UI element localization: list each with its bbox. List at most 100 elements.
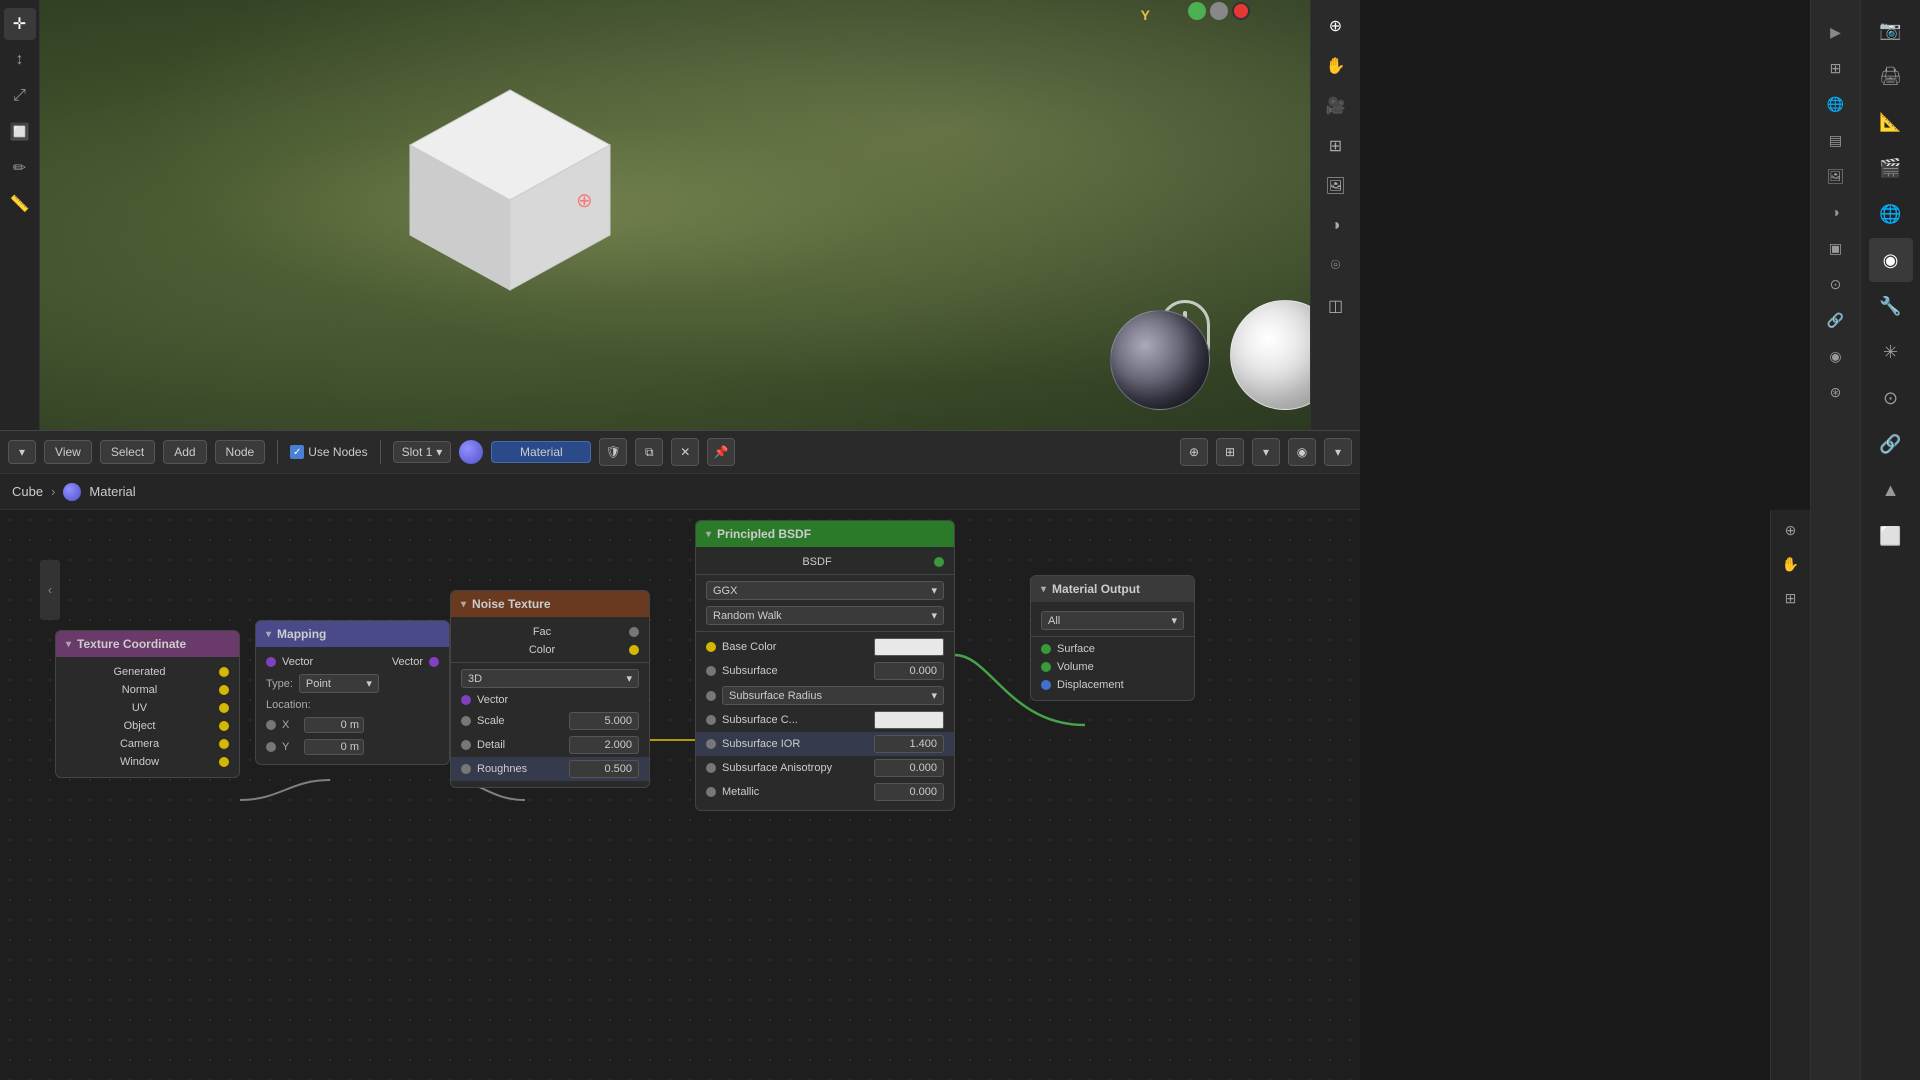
annotate-icon[interactable]: ✏ [4,152,36,184]
bsdf-ggx-dropdown[interactable]: GGX ▾ [706,581,944,600]
props-data-icon[interactable]: ▲ [1869,468,1913,512]
mapping-x-input[interactable] [304,717,364,733]
node-tool-icon-1[interactable]: ⊞ [1820,52,1852,84]
mapping-y-input[interactable] [304,739,364,755]
bsdf-subcolor-swatch[interactable] [874,711,944,729]
node-collapse-icon[interactable]: ⊞ [1775,582,1807,614]
menu-add[interactable]: Add [163,440,206,464]
node-tool-icon-2[interactable]: 🌐 [1820,88,1852,120]
bsdf-basecolor-socket[interactable] [706,642,716,652]
noise-roughness-socket[interactable] [461,764,471,774]
mapping-type-dropdown[interactable]: Point ▾ [299,674,379,693]
texcoord-normal-socket[interactable] [219,685,229,695]
move-tool-icon[interactable]: ↕ [4,44,36,76]
menu-node[interactable]: Node [215,440,266,464]
output-all-dropdown[interactable]: All ▾ [1041,611,1184,630]
bsdf-subsurface-input[interactable] [874,662,944,680]
bsdf-subcolor-socket[interactable] [706,715,716,725]
node-collapse-arrow[interactable]: ▾ [66,639,71,650]
node-tool-icon-5[interactable]: ◑ [1820,196,1852,228]
scale-tool-icon[interactable]: ⤢ [4,80,36,112]
use-nodes-checkbox[interactable]: ✓ Use Nodes [290,445,367,459]
props-view-layer-icon[interactable]: 📐 [1869,100,1913,144]
node-principled-bsdf[interactable]: ▾ Principled BSDF BSDF GGX ▾ Random Walk [695,520,955,811]
props-particles-icon[interactable]: ✳ [1869,330,1913,374]
bsdf-subsurface-socket[interactable] [706,666,716,676]
xray-icon[interactable]: ◫ [1318,288,1354,324]
texcoord-camera-socket[interactable] [219,739,229,749]
bsdf-output-socket[interactable] [934,557,944,567]
grid-icon[interactable]: ⊞ [1318,128,1354,164]
material-name-field[interactable]: Material [491,441,591,463]
overlay-icon[interactable]: ⌾ [1318,248,1354,284]
noise-dim-dropdown[interactable]: 3D ▾ [461,669,639,688]
noise-fac-socket[interactable] [629,627,639,637]
node-tool-icon-4[interactable]: 🖼 [1820,160,1852,192]
copy-datablock-button[interactable]: ⧉ [635,438,663,466]
transform-tool-icon[interactable]: 🔲 [4,116,36,148]
bsdf-metallic-socket[interactable] [706,787,716,797]
noise-vector-socket[interactable] [461,695,471,705]
output-displacement-socket[interactable] [1041,680,1051,690]
breadcrumb-object[interactable]: Cube [12,484,43,499]
view-mode-btn[interactable]: ▾ [1252,438,1280,466]
node-mapping[interactable]: ▾ Mapping Vector Vector Type: Point ▾ Lo… [255,620,450,765]
node-material-output[interactable]: ▾ Material Output All ▾ Surface Volume [1030,575,1195,701]
texcoord-generated-socket[interactable] [219,667,229,677]
zoom-icon[interactable]: ⊕ [1318,8,1354,44]
node-editor-collapse-left[interactable]: ‹ [40,560,60,620]
bsdf-subaniso-socket[interactable] [706,763,716,773]
props-material-icon[interactable]: ◉ [1869,238,1913,282]
3d-viewport[interactable]: ⊕ Y ✛ ↕ ⤢ 🔲 ✏ 📏 ⊕ ✋ 🎥 ⊞ 🖼 ◑ ⌾ ◫ [0,0,1360,430]
noise-roughness-input[interactable] [569,760,639,778]
pin-button[interactable]: 📌 [707,438,735,466]
slot-dropdown[interactable]: Slot 1 ▾ [393,441,452,463]
snap-button[interactable]: ⊕ [1180,438,1208,466]
menu-view[interactable]: View [44,440,92,464]
bsdf-subaniso-input[interactable] [874,759,944,777]
noise-scale-socket[interactable] [461,716,471,726]
props-output-icon[interactable]: 🖨 [1869,54,1913,98]
bsdf-rw-dropdown[interactable]: Random Walk ▾ [706,606,944,625]
shield-button[interactable]: 🛡 [599,438,627,466]
props-constraints-icon[interactable]: 🔗 [1869,422,1913,466]
menu-editor-type[interactable]: ▾ [8,440,36,464]
props-scene-icon[interactable]: 🎬 [1869,146,1913,190]
noise-scale-input[interactable] [569,712,639,730]
bsdf-collapse-arrow[interactable]: ▾ [706,529,711,540]
props-render-icon[interactable]: 📷 [1869,8,1913,52]
node-zoom-icon[interactable]: ⊕ [1775,514,1807,546]
node-tool-icon-10[interactable]: ⊛ [1820,376,1852,408]
bsdf-basecolor-swatch[interactable] [874,638,944,656]
noise-collapse-arrow[interactable]: ▾ [461,599,466,610]
texcoord-window-socket[interactable] [219,757,229,767]
select-tool-icon[interactable]: ✛ [4,8,36,40]
node-noise-texture[interactable]: ▾ Noise Texture Fac Color 3D ▾ [450,590,650,788]
props-object-icon[interactable]: ⬜ [1869,514,1913,558]
pan-icon[interactable]: ✋ [1318,48,1354,84]
image-icon[interactable]: 🖼 [1318,168,1354,204]
texcoord-object-socket[interactable] [219,721,229,731]
breadcrumb-material[interactable]: Material [89,484,135,499]
measure-icon[interactable]: 📏 [4,188,36,220]
node-hand-icon[interactable]: ✋ [1775,548,1807,580]
bsdf-subradius-socket[interactable] [706,691,716,701]
output-collapse-arrow[interactable]: ▾ [1041,584,1046,595]
output-surface-socket[interactable] [1041,644,1051,654]
expand-icon-1[interactable]: ▶ [1820,16,1852,48]
unlink-datablock-button[interactable]: ✕ [671,438,699,466]
noise-detail-socket[interactable] [461,740,471,750]
view-controls[interactable]: ⊞ [1216,438,1244,466]
mapping-vector-out-socket[interactable] [429,657,439,667]
bsdf-subior-input[interactable] [874,735,944,753]
output-volume-socket[interactable] [1041,662,1051,672]
menu-select[interactable]: Select [100,440,155,464]
bsdf-metallic-input[interactable] [874,783,944,801]
expand-panel-btn[interactable]: ▾ [1324,438,1352,466]
noise-detail-input[interactable] [569,736,639,754]
props-world-icon[interactable]: 🌐 [1869,192,1913,236]
camera-icon[interactable]: 🎥 [1318,88,1354,124]
bsdf-subradius-dropdown[interactable]: Subsurface Radius ▾ [722,686,944,705]
color-picker-icon[interactable]: ◉ [1288,438,1316,466]
mapping-x-socket[interactable] [266,720,276,730]
